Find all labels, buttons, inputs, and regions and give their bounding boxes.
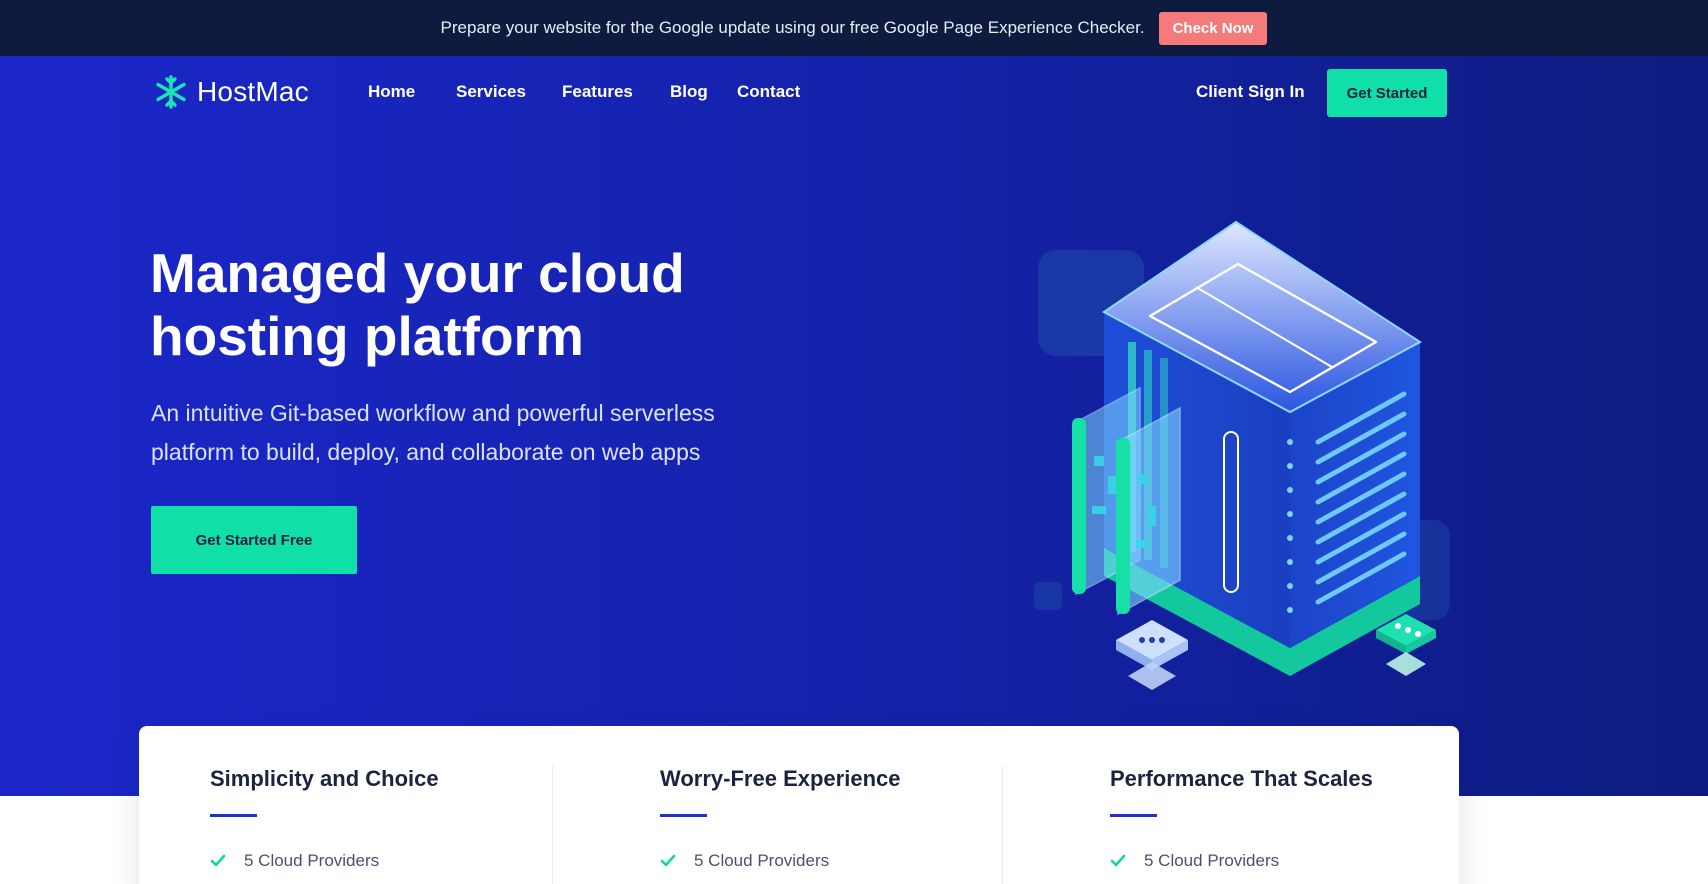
subtext-line-2: platform to build, deploy, and collabora… (151, 439, 701, 465)
announcement-bar: Prepare your website for the Google upda… (0, 0, 1708, 56)
feature-item-text: 5 Cloud Providers (1144, 851, 1280, 870)
snowflake-logo-icon (156, 75, 186, 109)
check-icon (660, 854, 676, 867)
subtext-line-1: An intuitive Git-based workflow and powe… (151, 400, 715, 426)
feature-item-text: 5 Cloud Providers (244, 851, 380, 870)
feature-list-item: 5 Cloud Providers (1110, 851, 1279, 871)
nav-item-services[interactable]: Services (456, 82, 526, 102)
feature-list-item: 5 Cloud Providers (660, 851, 829, 871)
check-icon (1110, 854, 1126, 867)
title-underline (1110, 814, 1157, 817)
title-underline (660, 814, 707, 817)
column-divider (1002, 766, 1003, 884)
client-signin-link[interactable]: Client Sign In (1196, 82, 1305, 102)
feature-item-text: 5 Cloud Providers (694, 851, 830, 870)
main-nav: HostMac Home Services Features Blog Cont… (0, 56, 1708, 128)
feature-title: Worry-Free Experience (660, 766, 901, 791)
title-underline (210, 814, 257, 817)
nav-item-features[interactable]: Features (562, 82, 633, 102)
feature-list-item: 5 Cloud Providers (210, 851, 379, 871)
announcement-text: Prepare your website for the Google upda… (440, 18, 1145, 37)
column-divider (552, 766, 553, 884)
nav-item-blog[interactable]: Blog (670, 82, 708, 102)
get-started-free-button[interactable]: Get Started Free (151, 506, 357, 574)
headline-line-2: hosting platform (150, 305, 584, 367)
feature-title: Performance That Scales (1110, 766, 1373, 791)
headline-line-1: Managed your cloud (150, 242, 685, 304)
get-started-button[interactable]: Get Started (1327, 69, 1447, 117)
brand-name: HostMac (197, 76, 309, 107)
check-icon (210, 854, 226, 867)
hero-headline: Managed your cloud hosting platform (150, 242, 850, 368)
hero-section: HostMac Home Services Features Blog Cont… (0, 56, 1708, 796)
nav-item-home[interactable]: Home (368, 82, 415, 102)
check-now-button[interactable]: Check Now (1158, 11, 1268, 45)
brand-logo[interactable]: HostMac (153, 74, 309, 110)
hero-subtext: An intuitive Git-based workflow and powe… (151, 394, 791, 472)
nav-item-contact[interactable]: Contact (737, 82, 800, 102)
features-card: Simplicity and Choice 5 Cloud Providers … (139, 726, 1459, 884)
feature-title: Simplicity and Choice (210, 766, 439, 791)
server-illustration (1034, 220, 1450, 690)
